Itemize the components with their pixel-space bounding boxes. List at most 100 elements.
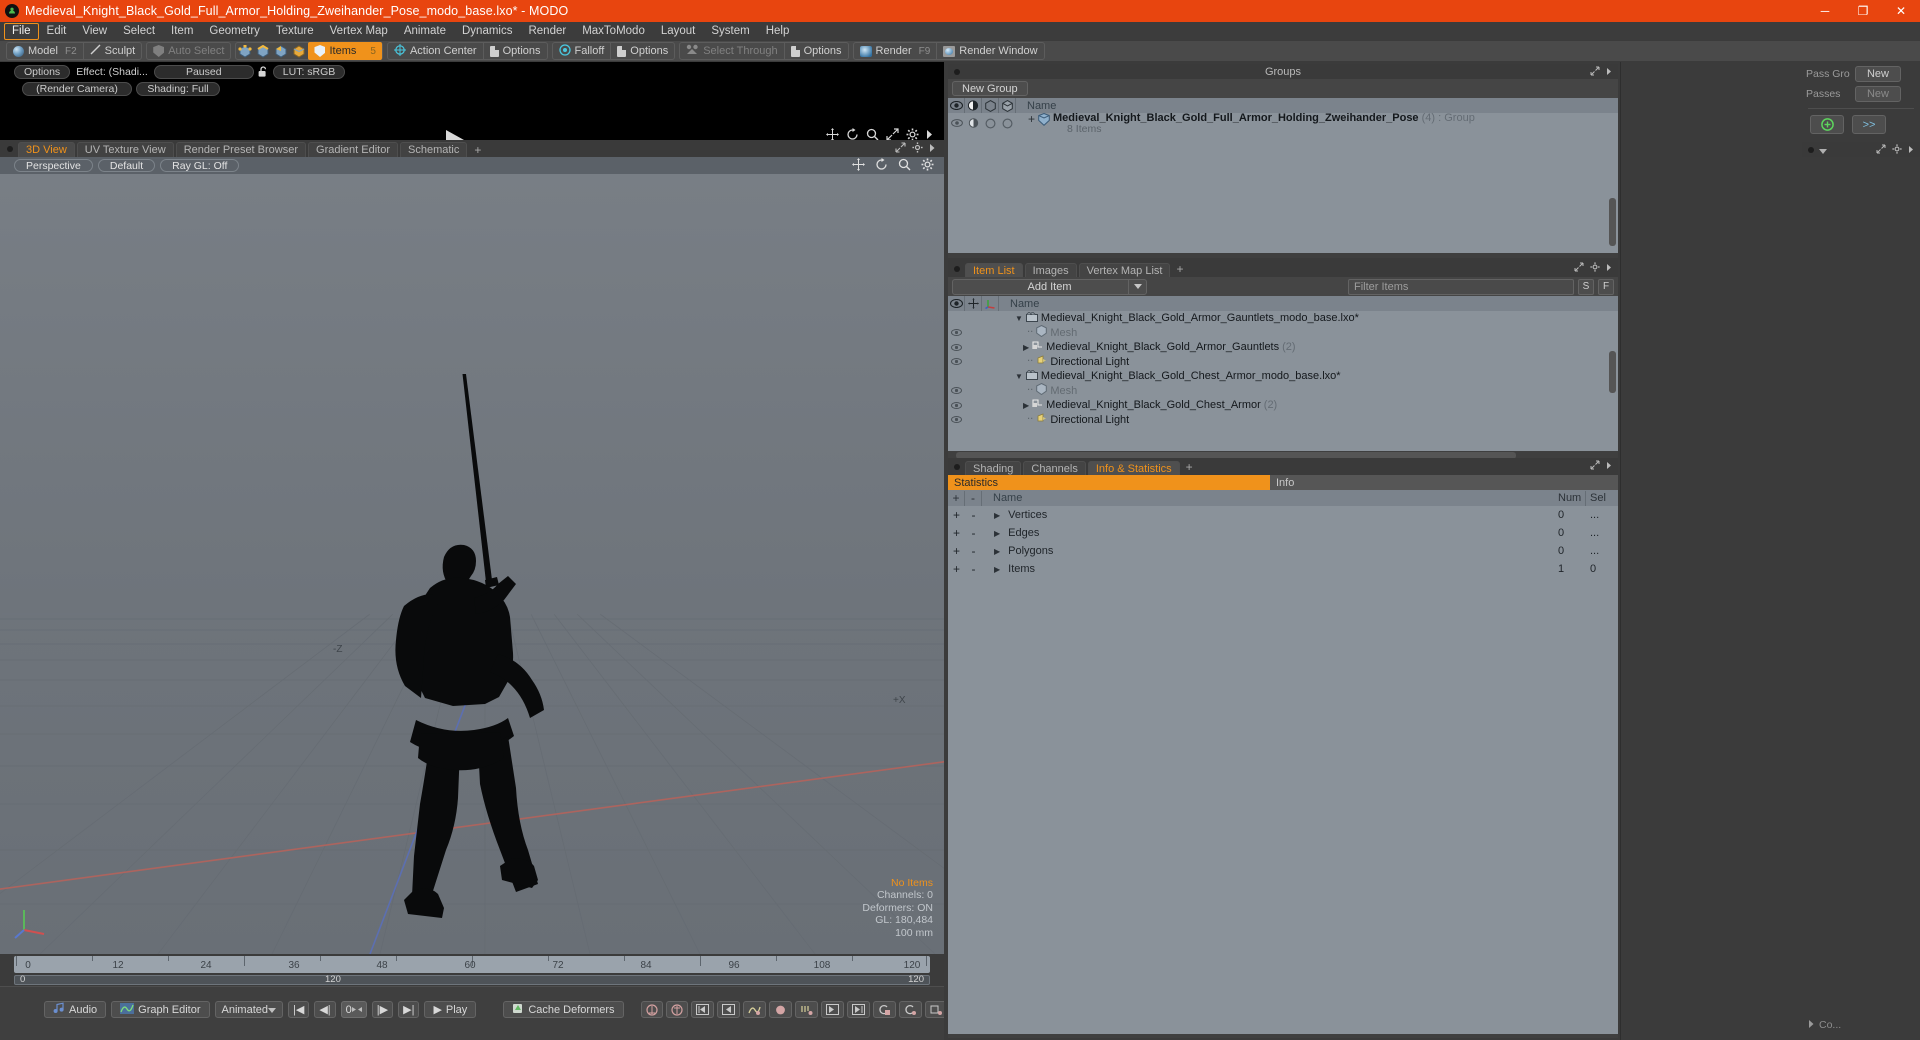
edges-mode-icon[interactable] — [254, 42, 272, 60]
current-frame-input[interactable]: 0 — [340, 1001, 367, 1018]
stats-row-minus-button[interactable]: - — [965, 544, 982, 558]
filter-items-input[interactable]: Filter Items — [1348, 278, 1574, 295]
stats-row-plus-button[interactable]: + — [948, 544, 965, 558]
reset-key-icon[interactable] — [898, 1001, 922, 1018]
menu-system[interactable]: System — [703, 23, 757, 40]
tab-shading[interactable]: Shading — [965, 461, 1022, 475]
viewport-projection-button[interactable]: Perspective — [14, 159, 93, 172]
expand-arrow-icon[interactable]: ▶ — [1023, 401, 1029, 410]
chevron-down-icon[interactable] — [1128, 279, 1146, 294]
action-center-options-button[interactable]: Options — [484, 43, 547, 59]
preview-shading-button[interactable]: Shading: Full — [136, 82, 220, 96]
sculpt-mode-button[interactable]: Sculpt — [84, 43, 142, 59]
row-visibility-toggle[interactable] — [948, 329, 965, 337]
keyframe-icon[interactable] — [768, 1001, 792, 1018]
expand-arrow-icon[interactable]: ▶ — [994, 511, 1000, 520]
tab-uv-texture-view[interactable]: UV Texture View — [76, 142, 174, 157]
stats-row-minus-button[interactable]: - — [965, 526, 982, 540]
tab-gradient-editor[interactable]: Gradient Editor — [308, 142, 398, 157]
move-icon[interactable] — [852, 158, 865, 174]
menu-layout[interactable]: Layout — [653, 23, 704, 40]
zoom-icon[interactable] — [898, 158, 911, 174]
row-shading-toggle[interactable] — [965, 118, 982, 128]
gear-icon[interactable] — [921, 158, 934, 174]
item-list-row[interactable]: ‧‧ Mesh — [948, 383, 1618, 399]
expand-arrow-icon[interactable]: ▶ — [994, 529, 1000, 538]
refresh-green-icon[interactable] — [1810, 115, 1844, 134]
new-group-button[interactable]: New Group — [952, 81, 1028, 96]
curve-icon[interactable] — [742, 1001, 766, 1018]
render-button[interactable]: Render F9 — [854, 43, 937, 59]
falloff-button[interactable]: Falloff — [553, 43, 611, 59]
model-mode-button[interactable]: Model F2 — [7, 43, 83, 59]
next-frame-button[interactable]: |▶ — [371, 1001, 394, 1018]
select-column-icon[interactable] — [999, 98, 1016, 113]
select-through-button[interactable]: Select Through — [680, 43, 783, 59]
row-visibility-toggle[interactable] — [948, 343, 965, 351]
timeline-ruler[interactable]: 0 12 24 36 48 60 72 84 96 108 120 — [14, 956, 930, 973]
end-key-icon[interactable] — [846, 1001, 870, 1018]
item-list-row[interactable]: ▶ Medieval_Knight_Black_Gold_Armor_Gaunt… — [948, 340, 1618, 355]
add-panel-tab-button[interactable]: + — [1182, 460, 1197, 475]
tab-images[interactable]: Images — [1024, 263, 1077, 277]
item-list-vertical-scrollbar[interactable] — [1609, 351, 1616, 393]
expand-icon[interactable] — [895, 142, 906, 156]
arrow-right-icon[interactable] — [1606, 261, 1612, 275]
item-list-row[interactable]: ‧‧ Directional Light — [948, 413, 1618, 428]
audio-button[interactable]: Audio — [44, 1001, 107, 1018]
stats-row-minus-button[interactable]: - — [965, 508, 982, 522]
row-render-toggle[interactable] — [982, 117, 999, 129]
menu-animate[interactable]: Animate — [396, 23, 454, 40]
menu-item[interactable]: Item — [163, 23, 201, 40]
stats-table-row[interactable]: + - ▶ Polygons 0 ... — [948, 542, 1618, 560]
panel-menu-dot-icon[interactable] — [1808, 146, 1814, 153]
arrow-right-icon[interactable] — [1908, 143, 1914, 157]
axis-column-icon[interactable] — [982, 296, 999, 311]
tab-info-statistics[interactable]: Info & Statistics — [1087, 461, 1180, 475]
key-add-icon[interactable] — [640, 1001, 663, 1018]
menu-texture[interactable]: Texture — [268, 23, 322, 40]
stats-row-plus-button[interactable]: + — [948, 526, 965, 540]
menu-file[interactable]: File — [4, 22, 39, 40]
select-through-options-button[interactable]: Options — [785, 43, 848, 59]
action-center-button[interactable]: Action Center — [388, 43, 483, 59]
3d-viewport[interactable]: -Z +X No Items Channels: 0 Deformers: ON… — [0, 174, 944, 954]
close-button[interactable]: ✕ — [1882, 0, 1920, 22]
expand-arrow-icon[interactable]: ▼ — [1015, 372, 1023, 381]
set-key-icon[interactable] — [872, 1001, 896, 1018]
menu-view[interactable]: View — [74, 23, 115, 40]
maximize-button[interactable]: ❐ — [1844, 0, 1882, 22]
vertices-mode-icon[interactable] — [236, 42, 254, 60]
panel-menu-dot-icon[interactable] — [954, 266, 960, 272]
visibility-column-icon[interactable] — [948, 98, 965, 113]
item-list-row[interactable]: ‧‧ Mesh — [948, 325, 1618, 341]
add-tab-button[interactable]: + — [469, 143, 486, 157]
panel-menu-dot-icon[interactable] — [954, 464, 960, 470]
materials-mode-icon[interactable] — [290, 42, 308, 60]
expand-icon[interactable] — [1876, 143, 1886, 157]
passes-new-button[interactable]: New — [1855, 85, 1901, 102]
add-item-button[interactable]: Add Item — [952, 278, 1147, 295]
viewport-raygl-button[interactable]: Ray GL: Off — [160, 159, 240, 172]
add-panel-tab-button[interactable]: + — [1172, 262, 1187, 277]
timeline-range-bar[interactable]: 0 120 120 — [14, 974, 930, 985]
stats-table-row[interactable]: + - ▶ Edges 0 ... — [948, 524, 1618, 542]
expand-icon[interactable] — [1590, 459, 1600, 473]
arrow-right-icon[interactable] — [1606, 459, 1612, 473]
go-to-end-button[interactable]: ▶| — [398, 1001, 420, 1018]
auto-select-button[interactable]: Auto Select — [147, 43, 230, 59]
cache-deformers-button[interactable]: Cache Deformers — [503, 1001, 624, 1018]
play-button[interactable]: ▶ Play — [424, 1001, 477, 1018]
expand-arrow-icon[interactable]: ▼ — [1015, 314, 1023, 323]
preview-effect-label[interactable]: Effect: (Shadi... — [74, 66, 150, 78]
tab-3d-view[interactable]: 3D View — [18, 142, 75, 157]
gear-icon[interactable] — [1892, 143, 1902, 157]
row-visibility-toggle[interactable] — [948, 358, 965, 366]
item-list-row[interactable]: ▶ Medieval_Knight_Black_Gold_Chest_Armor… — [948, 398, 1618, 413]
menu-edit[interactable]: Edit — [39, 23, 75, 40]
stats-row-plus-button[interactable]: + — [948, 562, 965, 576]
previous-frame-button[interactable]: ◀| — [314, 1001, 336, 1018]
menu-vertex-map[interactable]: Vertex Map — [322, 23, 396, 40]
expand-arrow-icon[interactable]: ▶ — [994, 565, 1000, 574]
expand-icon[interactable] — [1574, 261, 1584, 275]
